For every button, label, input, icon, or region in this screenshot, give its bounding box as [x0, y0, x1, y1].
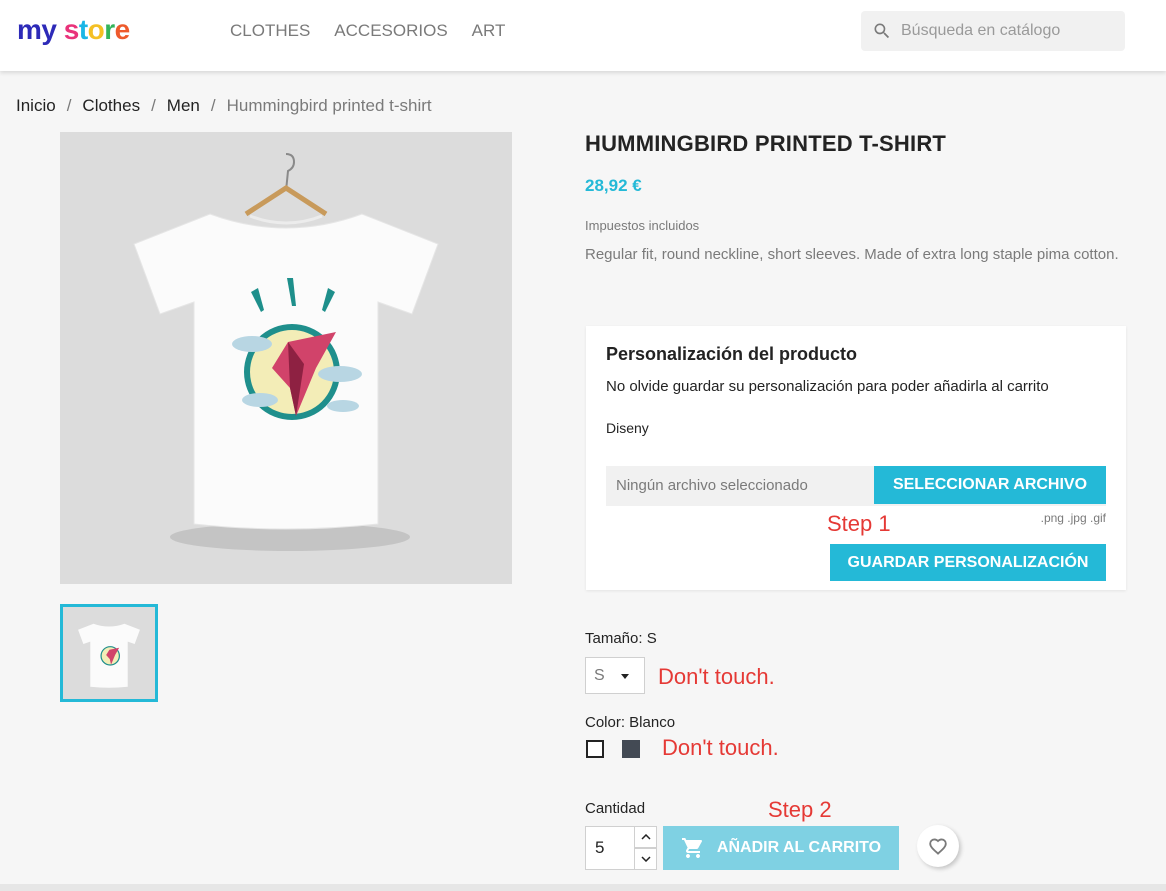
main-nav: CLOTHES ACCESORIOS ART — [230, 20, 505, 42]
nav-item-accesorios[interactable]: ACCESORIOS — [334, 20, 447, 42]
breadcrumb-separator: / — [210, 96, 216, 115]
product-thumbnail[interactable] — [60, 604, 158, 702]
header: my store CLOTHES ACCESORIOS ART — [0, 0, 1166, 71]
breadcrumb: Inicio / Clothes / Men / Hummingbird pri… — [16, 95, 432, 117]
step2-annotation: Step 2 — [768, 797, 832, 822]
tax-note: Impuestos incluidos — [585, 218, 700, 233]
quantity-increment-button[interactable] — [634, 826, 657, 848]
customization-field-label: Diseny — [606, 420, 649, 436]
product-main-image[interactable] — [60, 132, 512, 584]
breadcrumb-separator: / — [151, 96, 156, 115]
quantity-decrement-button[interactable] — [634, 848, 657, 870]
logo-text-store: store — [63, 14, 131, 45]
quantity-input[interactable] — [585, 826, 635, 870]
file-name-text: Ningún archivo seleccionado — [616, 477, 808, 494]
product-description: Regular fit, round neckline, short sleev… — [585, 246, 1119, 263]
search-input[interactable] — [901, 11, 1121, 51]
heart-icon — [929, 838, 947, 855]
select-file-button[interactable]: SELECCIONAR ARCHIVO — [874, 466, 1106, 504]
chevron-down-icon — [640, 856, 651, 862]
color-swatch-dark[interactable] — [622, 740, 640, 758]
size-select-value: S — [594, 667, 605, 684]
store-logo[interactable]: my store — [17, 14, 130, 46]
color-label: Color: Blanco — [585, 714, 676, 731]
file-upload-field[interactable]: Ningún archivo seleccionado SELECCIONAR … — [606, 466, 1106, 506]
color-swatch-blanco[interactable] — [586, 740, 604, 758]
breadcrumb-men[interactable]: Men — [167, 95, 200, 117]
step1-annotation: Step 1 — [827, 511, 891, 536]
add-to-cart-button[interactable]: AÑADIR AL CARRITO — [663, 826, 899, 870]
caret-down-icon — [621, 674, 629, 679]
size-select[interactable]: S — [585, 657, 645, 694]
wishlist-button[interactable] — [917, 825, 959, 867]
breadcrumb-clothes[interactable]: Clothes — [82, 95, 140, 117]
file-type-hint: .png .jpg .gif — [1040, 511, 1106, 525]
add-to-cart-label: AÑADIR AL CARRITO — [716, 839, 882, 856]
quantity-label: Cantidad — [585, 800, 646, 817]
dont-touch-color-annotation: Don't touch. — [662, 735, 779, 760]
size-label: Tamaño: S — [585, 630, 657, 647]
chevron-up-icon — [640, 834, 651, 840]
customization-note: No olvide guardar su personalización par… — [606, 378, 1049, 395]
tshirt-illustration — [133, 153, 439, 551]
product-title: HUMMINGBIRD PRINTED T-SHIRT — [585, 131, 947, 156]
logo-text-my: my — [17, 14, 57, 45]
customization-panel: Personalización del producto No olvide g… — [586, 326, 1126, 590]
customization-title: Personalización del producto — [606, 344, 858, 364]
breadcrumb-current: Hummingbird printed t-shirt — [226, 96, 432, 115]
breadcrumb-home[interactable]: Inicio — [16, 95, 56, 117]
product-price: 28,92 € — [585, 176, 642, 195]
tshirt-thumbnail-illustration — [63, 607, 155, 699]
breadcrumb-separator: / — [66, 96, 72, 115]
nav-item-art[interactable]: ART — [472, 20, 506, 42]
search-icon[interactable] — [872, 21, 892, 41]
save-customization-button[interactable]: GUARDAR PERSONALIZACIÓN — [830, 544, 1106, 581]
dont-touch-size-annotation: Don't touch. — [658, 664, 775, 689]
shopping-cart-icon — [681, 838, 702, 858]
nav-item-clothes[interactable]: CLOTHES — [230, 20, 310, 42]
search-box — [861, 11, 1125, 51]
page-bottom-edge — [0, 884, 1166, 891]
